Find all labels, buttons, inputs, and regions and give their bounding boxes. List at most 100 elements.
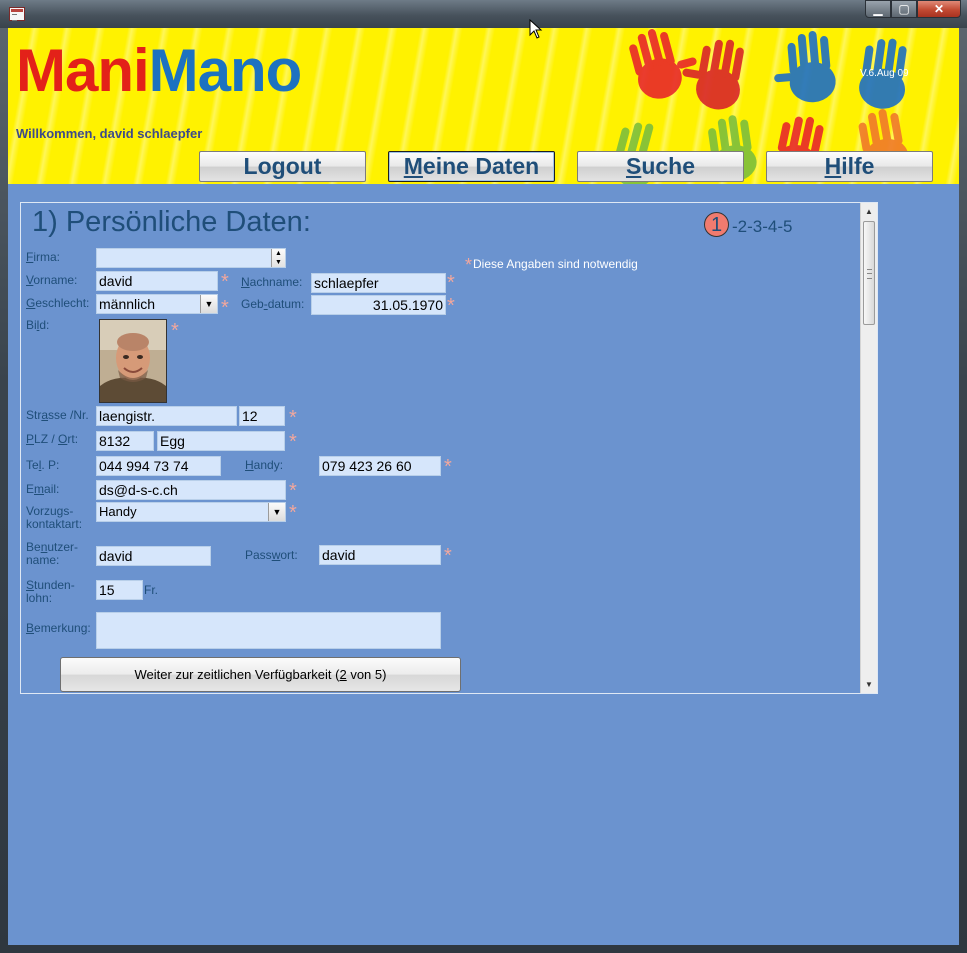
suche-accel: S (625, 153, 642, 179)
benutzer-label-2: name: (26, 553, 60, 567)
asterisk-icon: * (447, 295, 455, 317)
stunden-label-text: tunden- (34, 578, 75, 592)
handy-field[interactable]: 079 423 26 60 (319, 456, 441, 476)
handy-label-text: andy: (253, 458, 284, 472)
kontaktart-label-2: kontaktart: (26, 517, 83, 531)
stundenlohn-label: Stunden-lohn: (26, 579, 75, 605)
chevron-down-icon[interactable]: ▼ (268, 503, 285, 521)
geburtsdatum-label: Geb-datum: (241, 298, 304, 311)
geburtsdatum-field[interactable]: 31.05.1970 (311, 295, 446, 315)
strasse-label: Strasse /Nr. (26, 409, 89, 422)
nachname-accel: N (241, 275, 250, 289)
firma-field[interactable]: ▲ ▼ (96, 248, 286, 268)
passwort-value: david (322, 547, 356, 563)
scroll-up-icon[interactable]: ▲ (861, 203, 877, 220)
stundenlohn-field[interactable]: 15 (96, 580, 143, 600)
stundenlohn-value: 15 (99, 582, 115, 598)
vorname-label: Vorname: (26, 274, 77, 287)
kontaktart-select[interactable]: Handy ▼ (96, 502, 286, 522)
benutzername-label: Benutzer-name: (26, 541, 78, 567)
grip-icon (867, 269, 872, 279)
ort-label-text: rt: (67, 432, 79, 446)
chevron-down-icon[interactable]: ▼ (200, 295, 217, 313)
geschlecht-value: männlich (99, 296, 156, 312)
hilfe-label: ilfe (841, 153, 875, 179)
suche-button[interactable]: Suche (577, 151, 744, 182)
hilfe-button[interactable]: Hilfe (766, 151, 933, 182)
strasse-value: laengistr. (99, 408, 156, 424)
page-title: 1) Persönliche Daten: (32, 206, 311, 238)
avatar (100, 320, 166, 402)
form-icon[interactable] (9, 7, 25, 21)
asterisk-icon: * (221, 271, 229, 293)
tel-label: Tel. P: (26, 459, 59, 472)
stunden-label-2: lohn: (26, 591, 53, 605)
logo-mano: Mano (148, 37, 303, 104)
geschlecht-select[interactable]: männlich ▼ (96, 294, 218, 314)
required-note-text: Diese Angaben sind notwendig (473, 257, 638, 271)
bemerkung-accel: B (26, 621, 35, 635)
meine-daten-button[interactable]: Meine Daten (388, 151, 555, 182)
scrollbar-thumb[interactable] (863, 221, 875, 325)
bild-label-text: d: (39, 318, 50, 332)
scroll-down-icon[interactable]: ▼ (861, 676, 877, 693)
plz-field[interactable]: 8132 (96, 431, 154, 451)
geb-label-text: datum: (267, 297, 305, 311)
tel-value: 044 994 73 74 (99, 458, 189, 474)
geschlecht-label: Geschlecht: (26, 297, 89, 310)
current-step-badge: 1 (704, 212, 729, 237)
hilfe-accel: H (824, 153, 842, 179)
vertical-scrollbar[interactable]: ▲ ▼ (860, 203, 877, 693)
header-banner: ManiMano Willkommen, david schlaepfer V.… (8, 28, 959, 184)
asterisk-icon: * (289, 480, 297, 502)
logout-button[interactable]: Logout (199, 151, 366, 182)
email-label-text: ail: (44, 482, 60, 496)
currency-label: Fr. (144, 583, 158, 597)
logo-mani: Mani (16, 37, 150, 104)
logout-label: Logout (243, 153, 322, 179)
asterisk-icon: * (444, 456, 452, 478)
title-bar[interactable]: ▁ ▢ ✕ (0, 0, 967, 28)
email-label-pre: E (26, 482, 35, 496)
welcome-text: Willkommen, david schlaepfer (16, 126, 203, 141)
kontaktart-label: Vorzugs-kontaktart: (26, 505, 82, 531)
strasse-field[interactable]: laengistr. (96, 406, 237, 426)
minimize-icon[interactable]: ▁ (865, 0, 891, 18)
asterisk-icon: * (465, 255, 473, 275)
email-value: ds@d-s-c.ch (99, 482, 178, 498)
vorname-field[interactable]: david (96, 271, 218, 291)
benutzername-field[interactable]: david (96, 546, 211, 566)
spinner-icon[interactable]: ▲ ▼ (271, 249, 285, 267)
required-note: *Diese Angaben sind notwendig (465, 255, 638, 275)
plz-accel: P (26, 432, 35, 446)
benutzername-value: david (99, 548, 133, 564)
email-field[interactable]: ds@d-s-c.ch (96, 480, 286, 500)
vorname-label-text: orname: (33, 273, 78, 287)
tel-label-pre: Te (26, 458, 39, 472)
bemerkung-field[interactable] (96, 612, 441, 649)
maximize-icon[interactable]: ▢ (891, 0, 917, 18)
passwort-field[interactable]: david (319, 545, 441, 565)
close-icon[interactable]: ✕ (917, 0, 961, 18)
telefon-field[interactable]: 044 994 73 74 (96, 456, 221, 476)
profile-photo[interactable] (99, 319, 167, 403)
asterisk-icon: * (171, 320, 179, 342)
meine-daten-accel: M (403, 153, 423, 179)
version-label: V.6.Aug 09 (860, 68, 909, 79)
firma-label-text: irma: (33, 250, 61, 264)
passwort-label-text: ort: (280, 548, 298, 562)
asterisk-icon: * (447, 272, 455, 294)
suche-label: uche (641, 153, 696, 179)
application-window: ▁ ▢ ✕ ManiMano Willkommen, david schlaep… (0, 0, 967, 953)
stunden-accel: S (26, 578, 35, 592)
hausnummer-field[interactable]: 12 (239, 406, 285, 426)
nachname-field[interactable]: schlaepfer (311, 273, 446, 293)
benutzer-label-text: utzer- (47, 540, 79, 554)
next-step-button[interactable]: Weiter zur zeitlichen Verfügbarkeit (2 v… (60, 657, 461, 692)
handy-accel: H (245, 458, 254, 472)
passwort-label: Passwort: (245, 549, 298, 562)
ort-field[interactable]: Egg (157, 431, 285, 451)
client-area: ManiMano Willkommen, david schlaepfer V.… (8, 28, 959, 945)
plz-label-text: LZ / (34, 432, 59, 446)
bemerkung-label-text: emerkung: (34, 621, 91, 635)
